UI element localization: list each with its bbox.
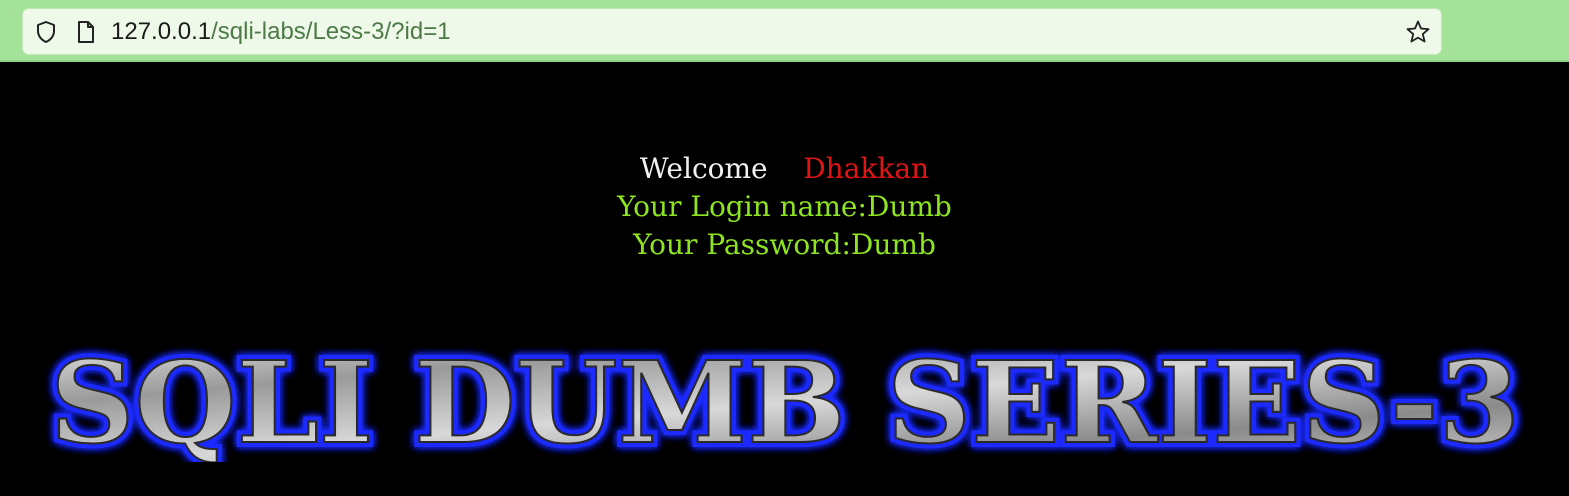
address-bar[interactable]: 127.0.0.1/sqli-labs/Less-3/?id=1 (22, 8, 1442, 55)
welcome-name: Dhakkan (803, 152, 930, 185)
welcome-line: Welcome Dhakkan (0, 152, 1569, 185)
page-content: Welcome Dhakkan Your Login name:Dumb You… (0, 62, 1569, 496)
banner-text-metal: SQLI DUMB SERIES-3 (50, 342, 1520, 462)
url-path: /sqli-labs/Less-3/?id=1 (211, 17, 451, 45)
shield-icon[interactable] (33, 19, 59, 45)
page-icon[interactable] (73, 19, 99, 45)
sqli-dumb-series-banner: SQLI DUMB SERIES-3 SQLI DUMB SERIES-3 (40, 333, 1530, 474)
welcome-label: Welcome (639, 152, 768, 185)
url-host: 127.0.0.1 (111, 17, 212, 45)
bookmark-star-icon[interactable] (1405, 19, 1431, 45)
login-name-line: Your Login name:Dumb (617, 190, 952, 223)
password-line: Your Password:Dumb (633, 228, 936, 261)
browser-toolbar: 127.0.0.1/sqli-labs/Less-3/?id=1 (0, 0, 1569, 62)
url-text[interactable]: 127.0.0.1/sqli-labs/Less-3/?id=1 (111, 17, 451, 45)
